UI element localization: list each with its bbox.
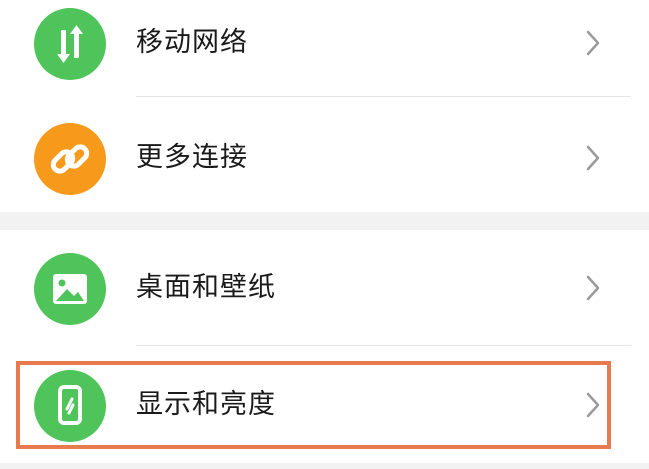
display-brightness-icon: [34, 370, 106, 442]
mobile-data-icon: [34, 8, 106, 80]
settings-screen: 移动网络 更多连接 桌面和壁纸 显示和亮度: [0, 0, 649, 469]
settings-item-label: 更多连接: [136, 142, 248, 173]
chevron-right-icon: [583, 273, 603, 303]
link-icon: [34, 123, 106, 195]
chevron-right-icon: [583, 390, 603, 420]
divider: [136, 345, 631, 346]
chevron-right-icon: [583, 143, 603, 173]
settings-group-connectivity: 移动网络 更多连接: [0, 0, 649, 212]
settings-item-label: 显示和亮度: [136, 389, 276, 420]
settings-item-label: 桌面和壁纸: [136, 272, 276, 303]
divider: [136, 96, 631, 97]
wallpaper-icon: [34, 253, 106, 325]
settings-item-wallpaper[interactable]: 桌面和壁纸: [0, 232, 649, 342]
chevron-right-icon: [583, 28, 603, 58]
settings-item-more-connections[interactable]: 更多连接: [0, 102, 649, 212]
settings-item-label: 移动网络: [136, 27, 248, 58]
settings-item-mobile-network[interactable]: 移动网络: [0, 0, 649, 97]
settings-item-display-brightness[interactable]: 显示和亮度: [0, 349, 649, 459]
settings-group-display: 桌面和壁纸 显示和亮度: [0, 230, 649, 463]
